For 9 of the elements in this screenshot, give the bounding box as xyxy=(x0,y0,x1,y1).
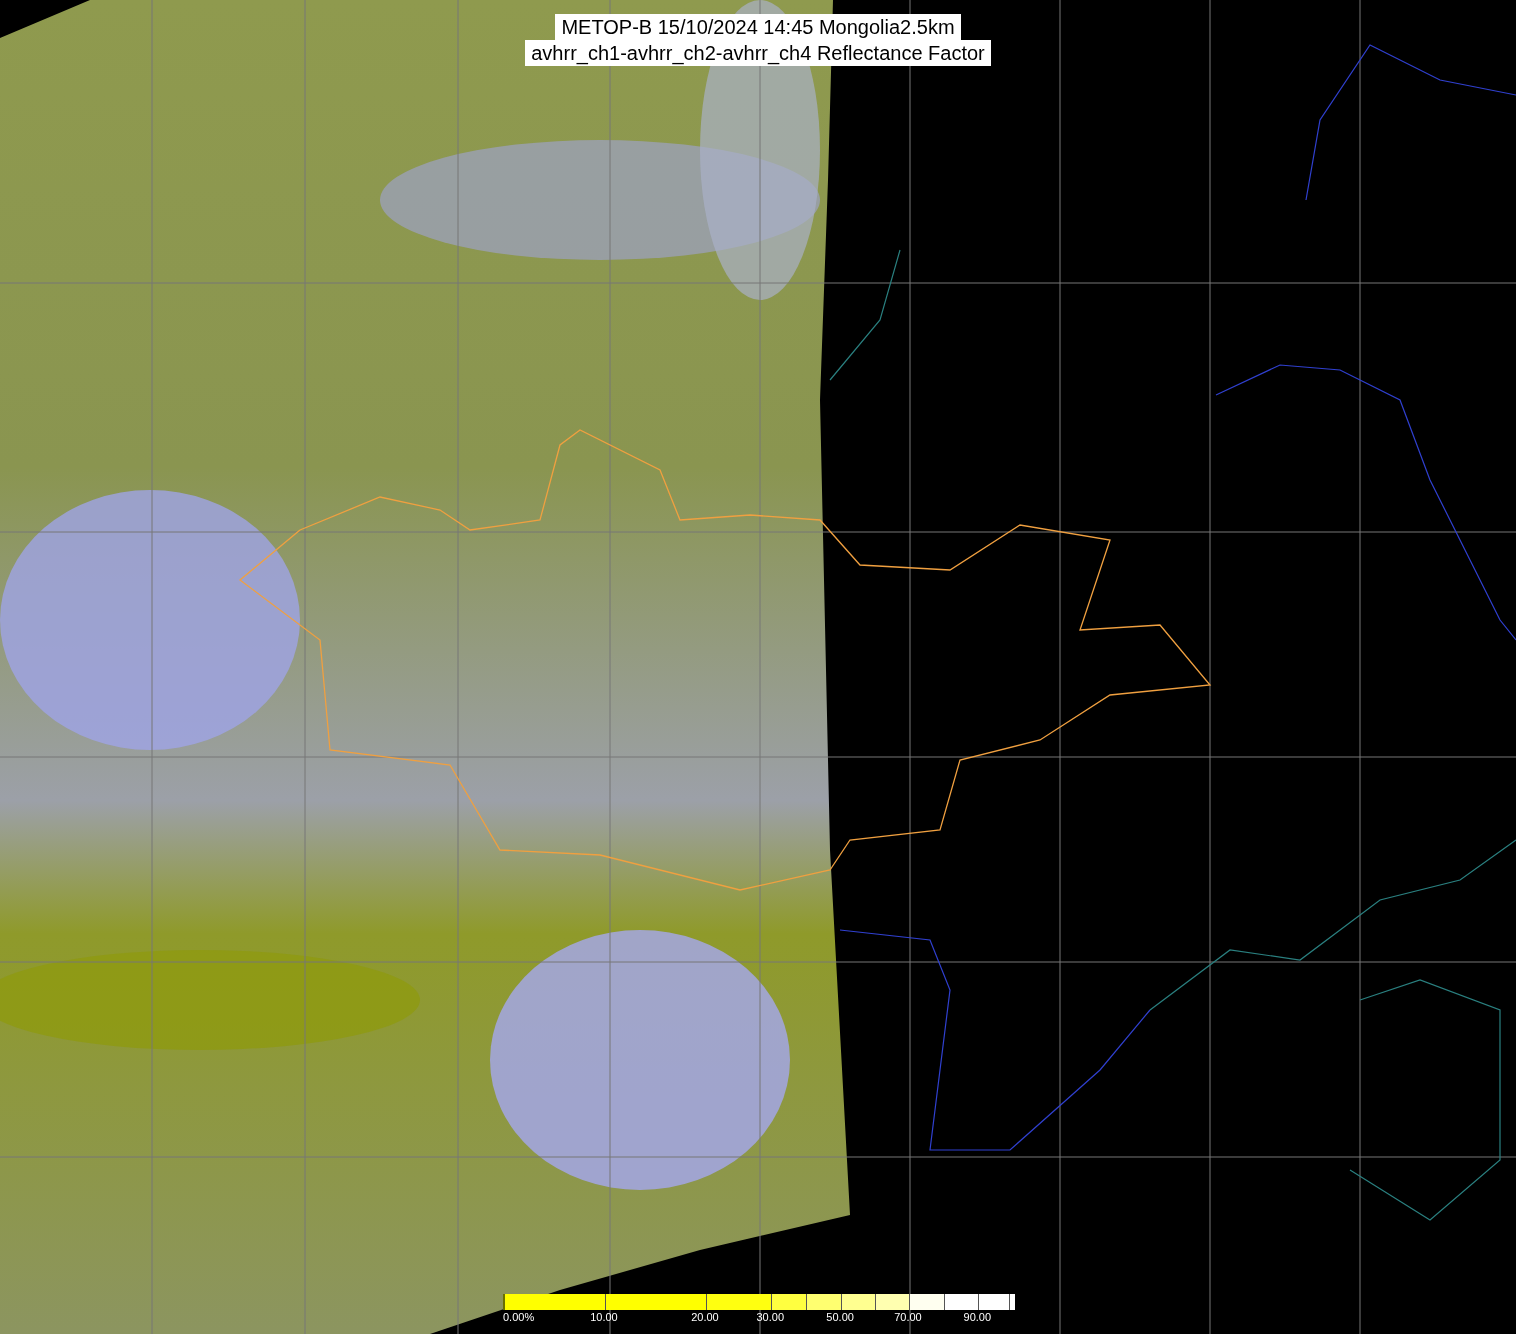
colorbar-label: 30.00 xyxy=(756,1311,784,1323)
map-title: avhrr_ch1-avhrr_ch2-avhrr_ch4 Reflectance Factor xyxy=(525,40,991,66)
colorbar-label: 50.00 xyxy=(826,1311,854,1323)
colorbar-label: 20.00 xyxy=(691,1311,719,1323)
colorbar-label: 10.00 xyxy=(590,1311,618,1323)
map-title: METOP-B 15/10/2024 14:45 Mongolia2.5km xyxy=(555,14,961,40)
colorbar-label: 90.00 xyxy=(963,1311,992,1323)
colorbar-label: 0.00% xyxy=(503,1311,535,1323)
colorbar-label: 70.00 xyxy=(894,1311,922,1323)
